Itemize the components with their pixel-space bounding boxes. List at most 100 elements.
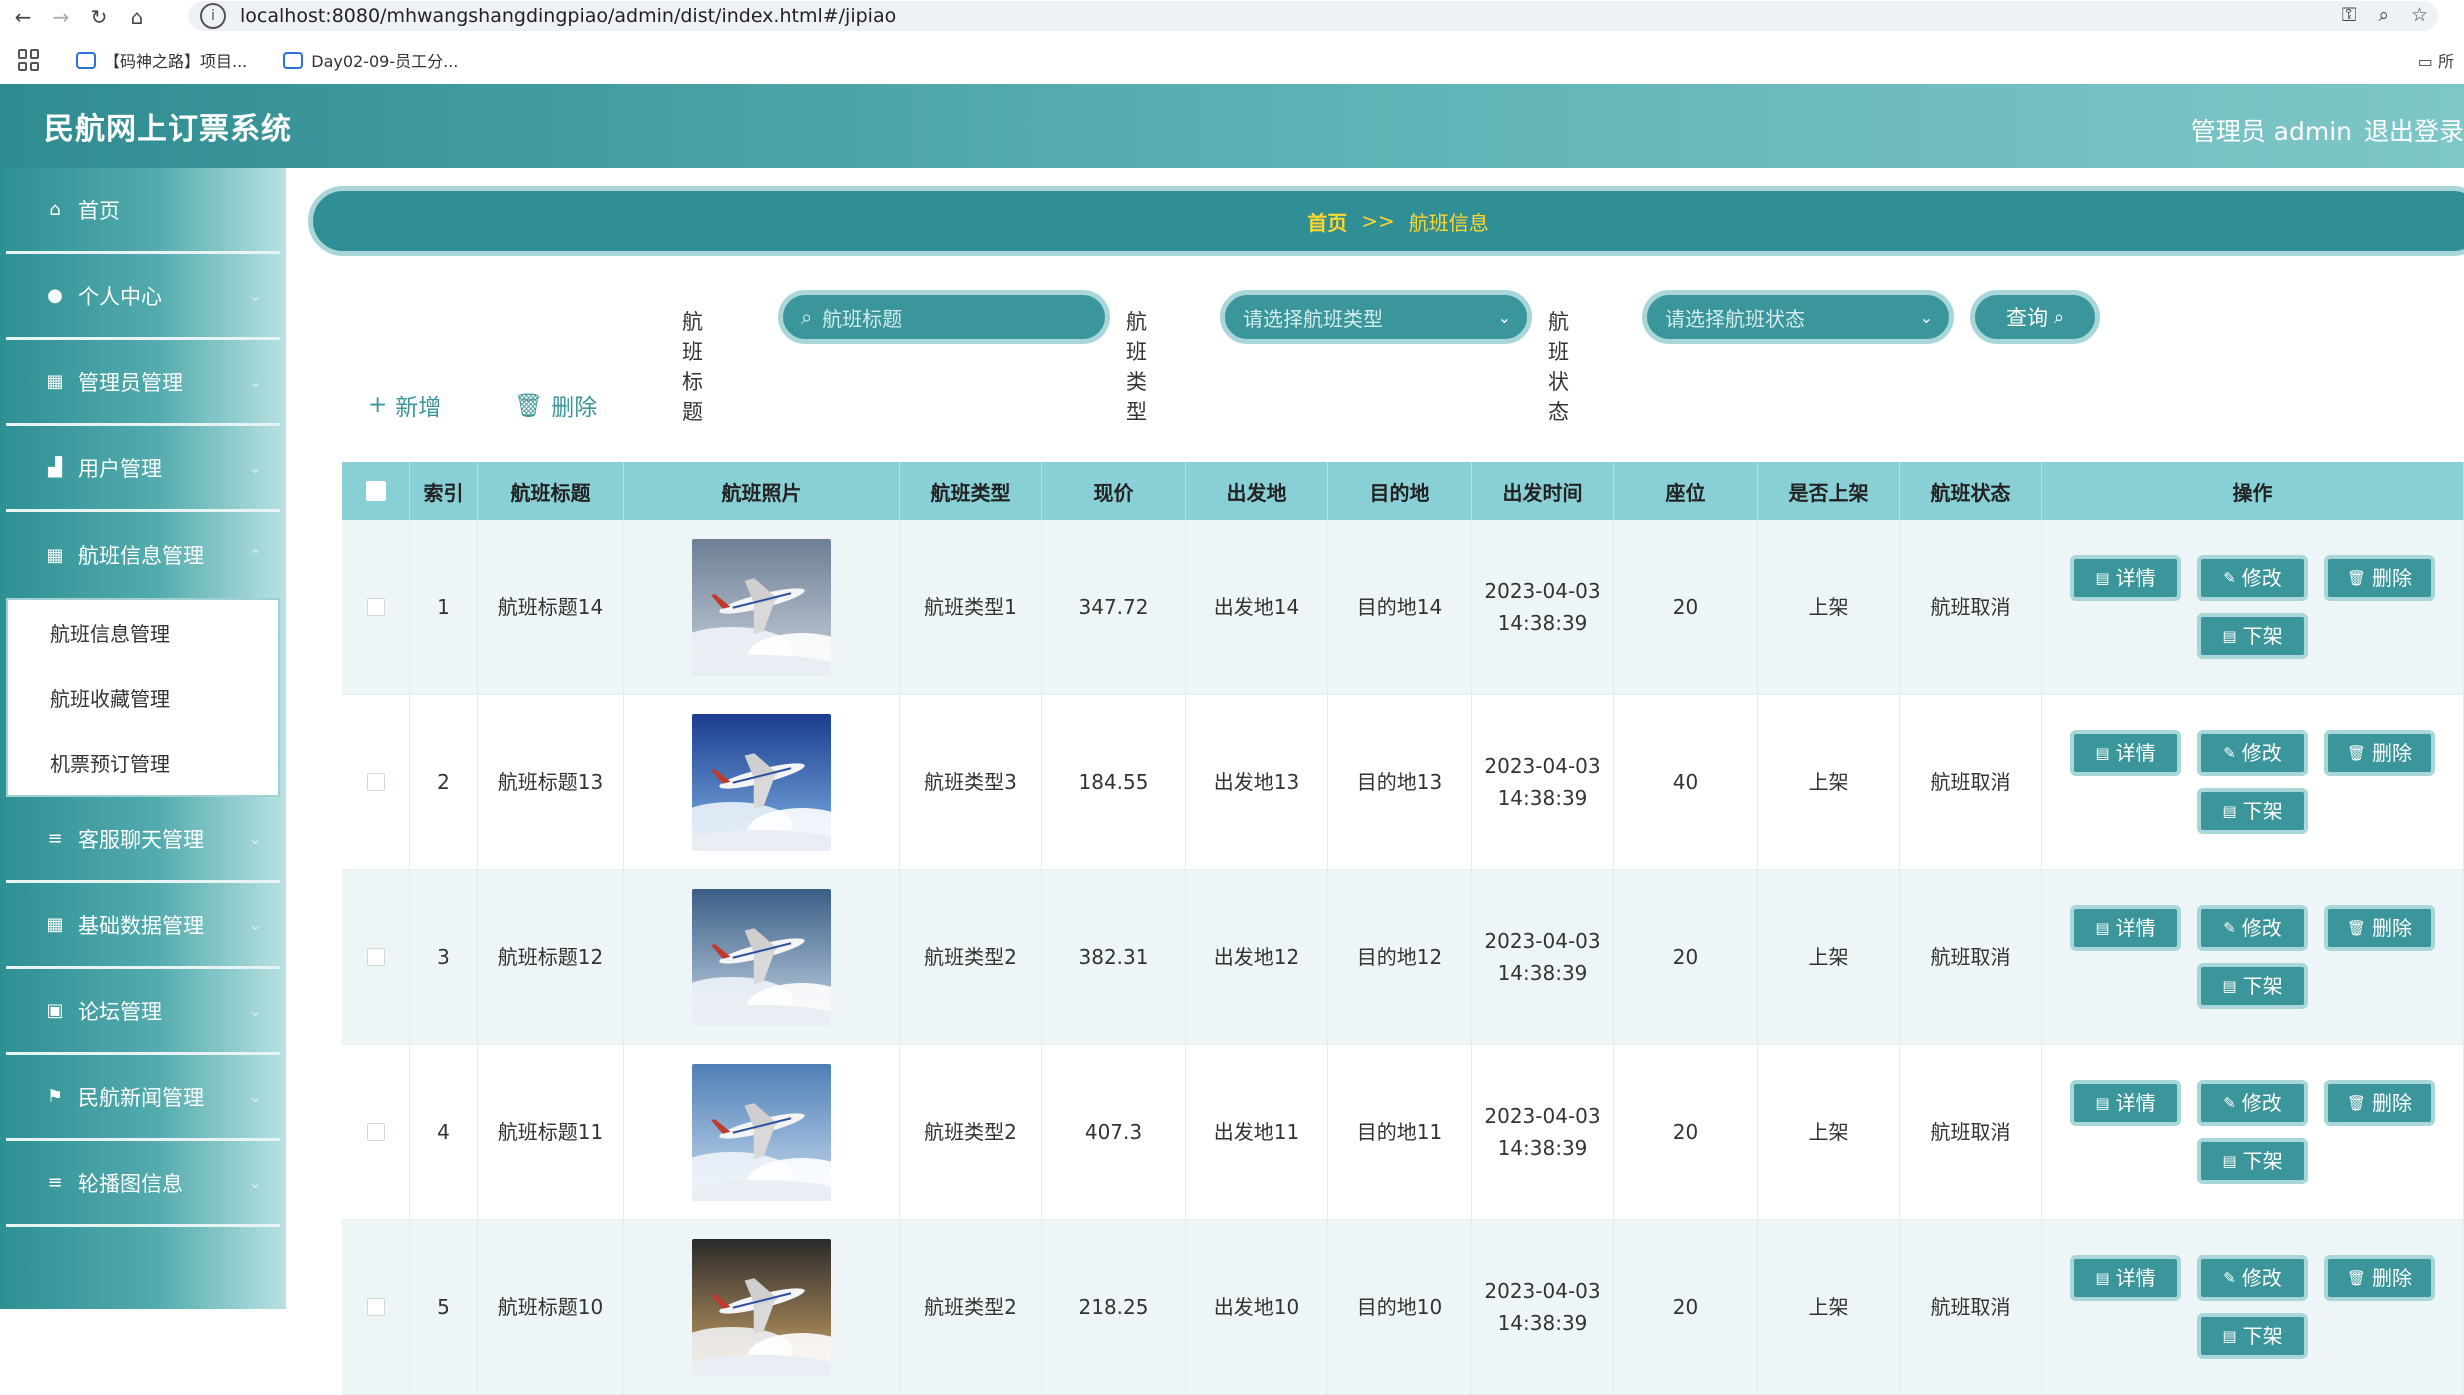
detail-button[interactable]: ▤ 详情 <box>2070 1080 2181 1126</box>
bookmark-2[interactable]: Day02-09-员工分... <box>283 48 458 72</box>
col-header: 座位 <box>1614 462 1758 520</box>
sidebar-item-home[interactable]: ⌂ 首页 <box>6 168 280 254</box>
edit-button[interactable]: ✎ 修改 <box>2197 905 2308 951</box>
sidebar-item-forum[interactable]: ▣ 论坛管理 ⌄ <box>6 969 280 1055</box>
unlist-button[interactable]: ▤ 下架 <box>2197 1313 2308 1359</box>
document-icon: ▤ <box>2095 1094 2110 1112</box>
select-all-cell <box>342 462 410 520</box>
sidebar-item-profile[interactable]: ● 个人中心 ⌄ <box>6 254 280 340</box>
detail-button[interactable]: ▤ 详情 <box>2070 905 2181 951</box>
sidebar-item-basic-data[interactable]: ▦ 基础数据管理 ⌄ <box>6 883 280 969</box>
all-bookmarks-folder[interactable]: ▭ 所 <box>2418 48 2454 72</box>
edit-button[interactable]: ✎ 修改 <box>2197 555 2308 601</box>
departure-date: 2023-04-03 <box>1484 579 1601 603</box>
row-checkbox[interactable] <box>366 598 385 616</box>
unlist-button[interactable]: ▤ 下架 <box>2197 613 2308 659</box>
table-body: 1 航班标题14 航班类型1 347.72 出发地14 目的地14 2023-0… <box>342 520 2464 1395</box>
pencil-icon: ✎ <box>2223 1269 2236 1287</box>
row-checkbox[interactable] <box>366 773 385 791</box>
grid-icon: ▦ <box>46 914 64 935</box>
back-icon[interactable]: ← <box>8 2 38 32</box>
bookmark-star-icon[interactable]: ☆ <box>2411 4 2428 26</box>
unlist-button[interactable]: ▤ 下架 <box>2197 788 2308 834</box>
sidebar-item-carousel[interactable]: ≡ 轮播图信息 ⌄ <box>6 1141 280 1227</box>
cell-listed: 上架 <box>1758 1045 1900 1219</box>
row-checkbox[interactable] <box>366 1298 385 1316</box>
breadcrumb-home[interactable]: 首页 <box>1307 207 1347 236</box>
sidebar-item-users[interactable]: ▟ 用户管理 ⌄ <box>6 426 280 512</box>
document-icon: ▤ <box>2222 802 2237 820</box>
departure-time: 14:38:39 <box>1497 1136 1588 1160</box>
edit-button[interactable]: ✎ 修改 <box>2197 730 2308 776</box>
type-select-placeholder: 请选择航班类型 <box>1243 306 1383 331</box>
bulk-delete-button[interactable]: 🗑 删除 <box>514 388 597 422</box>
detail-button[interactable]: ▤ 详情 <box>2070 1255 2181 1301</box>
flight-photo[interactable] <box>692 1238 831 1376</box>
cell-photo <box>624 695 900 869</box>
status-select[interactable]: 请选择航班状态 ⌄ <box>1642 290 1954 344</box>
delete-button[interactable]: 🗑 删除 <box>2324 1255 2435 1301</box>
sidebar-item-admins[interactable]: ▦ 管理员管理 ⌄ <box>6 340 280 426</box>
trash-icon: 🗑 <box>2346 919 2367 937</box>
apps-grid-icon[interactable] <box>18 49 40 71</box>
sidebar-item-chat[interactable]: ≡ 客服聊天管理 ⌄ <box>6 797 280 883</box>
logout-button[interactable]: 退出登录 <box>2364 112 2464 148</box>
type-select[interactable]: 请选择航班类型 ⌄ <box>1220 290 1532 344</box>
title-search-input[interactable]: ⌕ 航班标题 <box>778 290 1110 344</box>
cell-type: 航班类型2 <box>900 870 1042 1044</box>
edit-button[interactable]: ✎ 修改 <box>2197 1080 2308 1126</box>
flight-photo[interactable] <box>692 1063 831 1201</box>
submenu-flight-favorites[interactable]: 航班收藏管理 <box>8 665 278 730</box>
browser-toolbar: ← → ↻ ⌂ i localhost:8080/mhwangshangding… <box>0 0 2464 33</box>
flight-photo[interactable] <box>692 538 831 676</box>
delete-button[interactable]: 🗑 删除 <box>2324 555 2435 601</box>
query-button[interactable]: 查询 ⌕ <box>1970 290 2100 344</box>
sidebar-item-label: 客服聊天管理 <box>78 827 204 852</box>
submenu-ticket-booking[interactable]: 机票预订管理 <box>8 730 278 795</box>
edit-button[interactable]: ✎ 修改 <box>2197 1255 2308 1301</box>
sidebar-item-flights[interactable]: ▦ 航班信息管理 ⌃ <box>6 512 280 598</box>
reload-icon[interactable]: ↻ <box>84 2 114 32</box>
cell-photo <box>624 1045 900 1219</box>
user-icon: ● <box>47 285 63 306</box>
document-icon: ▤ <box>2222 1327 2237 1345</box>
cell-seats: 20 <box>1614 870 1758 1044</box>
flight-photo[interactable] <box>692 713 831 851</box>
submenu-flight-info[interactable]: 航班信息管理 <box>8 600 278 665</box>
add-button[interactable]: + 新增 <box>368 388 441 422</box>
unlist-button[interactable]: ▤ 下架 <box>2197 963 2308 1009</box>
site-info-icon[interactable]: i <box>200 3 226 29</box>
flights-submenu: 航班信息管理 航班收藏管理 机票预订管理 <box>6 598 280 797</box>
bilibili-icon <box>283 51 304 69</box>
app-title: 民航网上订票系统 <box>44 112 292 147</box>
delete-button[interactable]: 🗑 删除 <box>2324 905 2435 951</box>
chevron-down-icon: ⌄ <box>248 286 262 305</box>
cell-departure-time: 2023-04-03 14:38:39 <box>1472 1220 1614 1394</box>
cell-price: 347.72 <box>1042 520 1186 694</box>
home-icon[interactable]: ⌂ <box>122 2 152 32</box>
row-checkbox[interactable] <box>366 1123 385 1141</box>
detail-button[interactable]: ▤ 详情 <box>2070 730 2181 776</box>
delete-button[interactable]: 🗑 删除 <box>2324 1080 2435 1126</box>
zoom-icon[interactable]: ⌕ <box>2378 4 2389 26</box>
unlist-button[interactable]: ▤ 下架 <box>2197 1138 2308 1184</box>
row-checkbox[interactable] <box>366 948 385 966</box>
bookmark-1-label: 【码神之路】项目... <box>104 52 248 71</box>
pencil-icon: ✎ <box>2223 1094 2236 1112</box>
select-all-checkbox[interactable] <box>365 481 386 501</box>
sidebar-item-label: 轮播图信息 <box>78 1171 183 1196</box>
delete-button[interactable]: 🗑 删除 <box>2324 730 2435 776</box>
document-icon: ▤ <box>2095 1269 2110 1287</box>
cell-price: 218.25 <box>1042 1220 1186 1394</box>
unlist-button-label: 下架 <box>2242 799 2283 823</box>
forward-icon[interactable]: → <box>46 2 76 32</box>
password-key-icon[interactable]: ⚿ <box>2342 4 2356 26</box>
url-text[interactable]: localhost:8080/mhwangshangdingpiao/admin… <box>240 5 896 27</box>
detail-button[interactable]: ▤ 详情 <box>2070 555 2181 601</box>
cell-to: 目的地11 <box>1328 1045 1472 1219</box>
flight-photo[interactable] <box>692 888 831 1026</box>
sidebar-item-news[interactable]: ⚑ 民航新闻管理 ⌄ <box>6 1055 280 1141</box>
cell-seats: 40 <box>1614 695 1758 869</box>
address-bar[interactable]: i localhost:8080/mhwangshangdingpiao/adm… <box>188 1 2438 31</box>
bookmark-1[interactable]: 【码神之路】项目... <box>76 48 247 72</box>
